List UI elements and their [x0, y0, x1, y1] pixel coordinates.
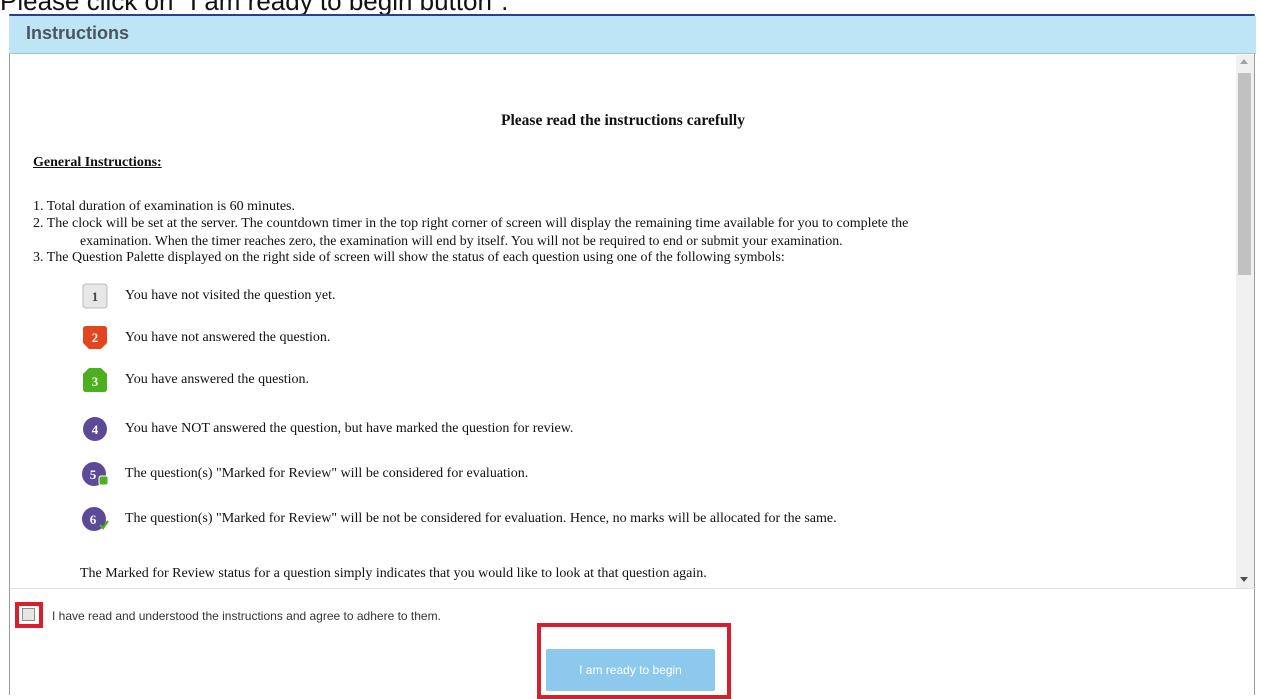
marked-review-symbol-icon: 4 — [83, 417, 107, 441]
scrollbar-thumb[interactable] — [1238, 73, 1251, 275]
agree-checkbox[interactable] — [22, 608, 35, 621]
instruction-3: 3. The Question Palette displayed on the… — [33, 250, 785, 265]
symbol-num-1: 1 — [92, 289, 99, 304]
symbol-num-4: 4 — [92, 422, 99, 437]
symbol-desc-not-visited: You have not visited the question yet. — [125, 288, 336, 303]
symbol-desc-marked-review: You have NOT answered the question, but … — [125, 421, 574, 436]
instructions-scrollbar[interactable] — [1236, 55, 1254, 588]
symbol-desc-answered: You have answered the question. — [125, 372, 310, 387]
marked-not-evaluated-symbol-icon: 6 — [82, 507, 109, 531]
marked-review-note: The Marked for Review status for a quest… — [80, 566, 707, 581]
answered-symbol-icon: 3 — [83, 368, 107, 392]
answered-marked-symbol-icon: 5 — [82, 462, 109, 486]
symbol-num-2: 2 — [92, 330, 99, 345]
not-visited-symbol-icon: 1 — [82, 283, 108, 309]
instruction-1: 1. Total duration of examination is 60 m… — [33, 199, 296, 214]
instruction-2-continued: examination. When the timer reaches zero… — [80, 233, 843, 248]
instruction-2: 2. The clock will be set at the server. … — [33, 216, 909, 231]
ready-to-begin-button[interactable]: I am ready to begin — [546, 649, 715, 691]
footer-divider — [10, 588, 1255, 589]
scroll-up-arrow-icon[interactable] — [1240, 59, 1248, 64]
symbol-num-5: 5 — [90, 467, 97, 482]
instructions-content: Please read the instructions carefully G… — [10, 55, 1236, 588]
symbol-desc-not-answered: You have not answered the question. — [125, 330, 331, 345]
symbol-desc-marked-not-evaluated: The question(s) "Marked for Review" will… — [125, 511, 837, 526]
not-answered-symbol-icon: 2 — [83, 326, 107, 349]
symbol-num-6: 6 — [90, 512, 97, 527]
symbol-num-3: 3 — [92, 374, 99, 389]
symbol-desc-answered-marked: The question(s) "Marked for Review" will… — [125, 466, 529, 481]
scroll-down-arrow-icon[interactable] — [1240, 577, 1248, 582]
panel-title: Instructions — [26, 23, 130, 43]
agree-checkbox-label[interactable]: I have read and understood the instructi… — [52, 609, 441, 623]
general-instructions-heading: General Instructions: — [33, 155, 162, 170]
main-heading: Please read the instructions carefully — [501, 112, 745, 129]
instructions-header: Instructions — [9, 16, 1256, 54]
